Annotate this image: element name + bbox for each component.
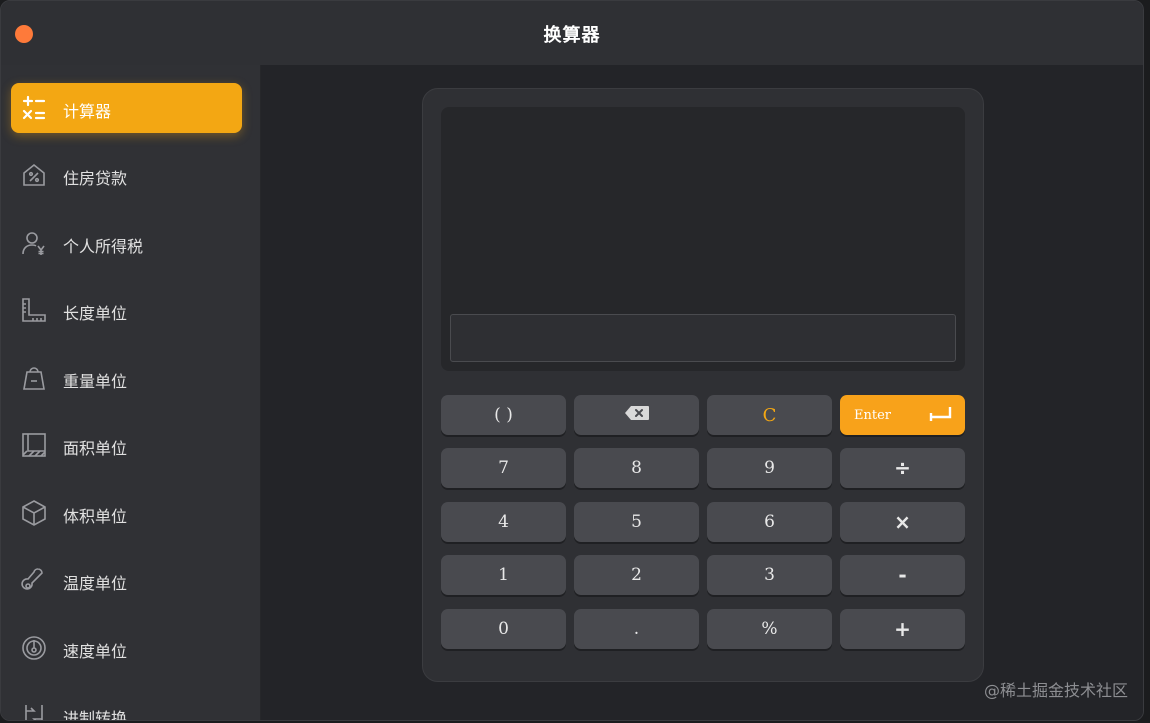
sidebar-item-length[interactable]: 长度单位 bbox=[11, 285, 242, 335]
divide-key[interactable]: ÷ bbox=[840, 448, 965, 488]
sidebar-item-weight[interactable]: 重量单位 bbox=[11, 353, 242, 403]
area-icon bbox=[20, 431, 48, 459]
sidebar-item-label: 体积单位 bbox=[63, 507, 128, 526]
digit-5-key[interactable]: 5 bbox=[574, 502, 699, 542]
person-yen-icon bbox=[20, 229, 48, 257]
watermark: @稀土掘金技术社区 bbox=[983, 681, 1128, 700]
sidebar-item-label: 住房贷款 bbox=[63, 169, 128, 188]
main-content: ( ) C Enter 7 8 9 ÷ 4 5 6 × 1 2 3 - 0 . … bbox=[261, 65, 1143, 720]
sidebar-item-base-conversion[interactable]: 进制转换 bbox=[11, 690, 242, 721]
enter-icon bbox=[927, 404, 953, 426]
percent-key[interactable]: % bbox=[707, 609, 832, 649]
clear-key[interactable]: C bbox=[707, 395, 832, 435]
calculator-panel: ( ) C Enter 7 8 9 ÷ 4 5 6 × 1 2 3 - 0 . … bbox=[422, 88, 984, 682]
ruler-icon bbox=[20, 296, 48, 324]
digit-8-key[interactable]: 8 bbox=[574, 448, 699, 488]
digit-0-key[interactable]: 0 bbox=[441, 609, 566, 649]
calculator-icon bbox=[20, 94, 48, 122]
sidebar-item-label: 重量单位 bbox=[63, 372, 128, 391]
sidebar-item-label: 速度单位 bbox=[63, 642, 128, 661]
sidebar-item-housing-loan[interactable]: 住房贷款 bbox=[11, 150, 242, 200]
digit-7-key[interactable]: 7 bbox=[441, 448, 566, 488]
multiply-key[interactable]: × bbox=[840, 502, 965, 542]
house-percent-icon bbox=[20, 161, 48, 189]
speedometer-icon bbox=[20, 634, 48, 662]
digit-2-key[interactable]: 2 bbox=[574, 555, 699, 595]
sidebar-item-area[interactable]: 面积单位 bbox=[11, 420, 242, 470]
backspace-key[interactable] bbox=[574, 395, 699, 435]
digit-3-key[interactable]: 3 bbox=[707, 555, 832, 595]
backspace-icon bbox=[624, 405, 650, 426]
sidebar-item-income-tax[interactable]: 个人所得税 bbox=[11, 218, 242, 268]
sidebar-item-volume[interactable]: 体积单位 bbox=[11, 488, 242, 538]
digit-4-key[interactable]: 4 bbox=[441, 502, 566, 542]
sidebar-item-label: 计算器 bbox=[63, 102, 112, 121]
base-convert-icon bbox=[20, 701, 48, 720]
parentheses-key[interactable]: ( ) bbox=[441, 395, 566, 435]
digit-9-key[interactable]: 9 bbox=[707, 448, 832, 488]
enter-key[interactable]: Enter bbox=[840, 395, 965, 435]
calculator-display bbox=[441, 107, 965, 371]
expression-input[interactable] bbox=[450, 314, 956, 362]
title-bar: 换算器 bbox=[1, 1, 1143, 66]
minus-key[interactable]: - bbox=[840, 555, 965, 595]
app-window: 换算器 计算器 住房贷款 个人所得税 长度单位 重量单位 面积单位 体积单位 温… bbox=[0, 0, 1144, 721]
sidebar-item-label: 进制转换 bbox=[63, 709, 128, 721]
cube-icon bbox=[20, 499, 48, 527]
sidebar-item-temperature[interactable]: 温度单位 bbox=[11, 555, 242, 605]
decimal-point-key[interactable]: . bbox=[574, 609, 699, 649]
digit-1-key[interactable]: 1 bbox=[441, 555, 566, 595]
sidebar-item-label: 个人所得税 bbox=[63, 237, 144, 256]
sidebar-item-label: 温度单位 bbox=[63, 574, 128, 593]
sidebar-item-calculator[interactable]: 计算器 bbox=[11, 83, 242, 133]
sidebar-item-label: 面积单位 bbox=[63, 439, 128, 458]
plus-key[interactable]: + bbox=[840, 609, 965, 649]
sidebar-item-speed[interactable]: 速度单位 bbox=[11, 623, 242, 673]
thermometer-icon bbox=[20, 566, 48, 594]
window-title: 换算器 bbox=[543, 25, 601, 46]
sidebar-item-label: 长度单位 bbox=[63, 304, 128, 323]
weight-icon bbox=[20, 364, 48, 392]
enter-key-label: Enter bbox=[854, 407, 891, 423]
digit-6-key[interactable]: 6 bbox=[707, 502, 832, 542]
sidebar: 计算器 住房贷款 个人所得税 长度单位 重量单位 面积单位 体积单位 温度单位 … bbox=[1, 65, 261, 720]
